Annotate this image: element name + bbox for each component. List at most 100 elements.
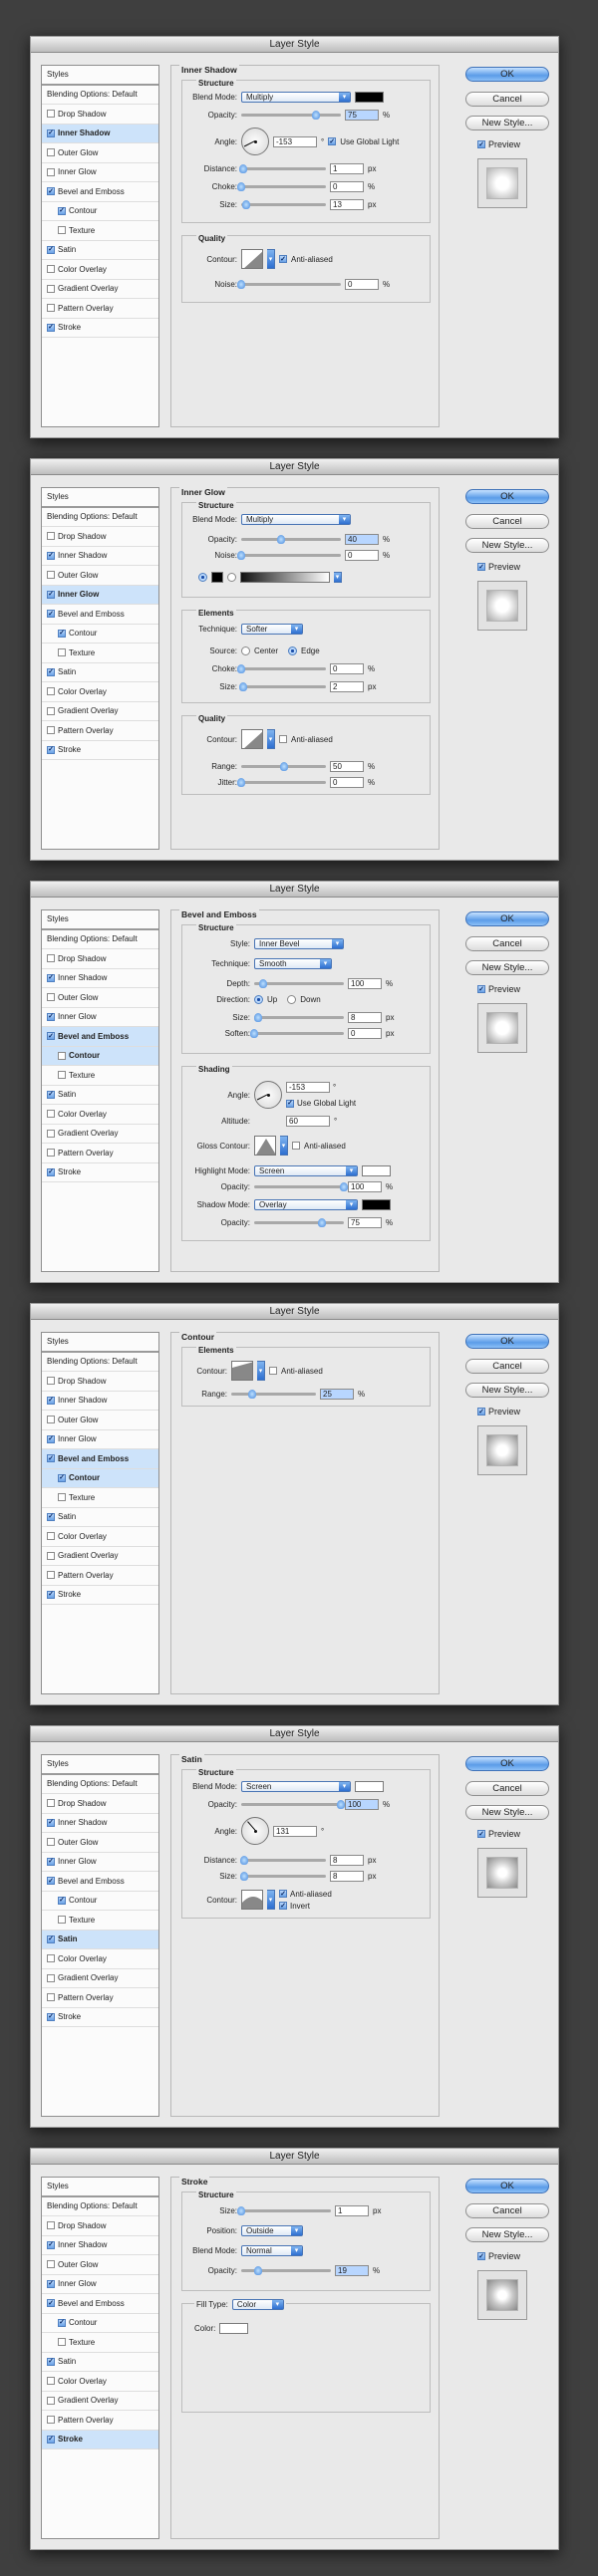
sidebar-item-gradient-overlay[interactable]: Gradient Overlay <box>42 702 158 721</box>
sidebar-item-blending-options-default[interactable]: Blending Options: Default <box>42 508 158 527</box>
sidebar-item-blending-options-default[interactable]: Blending Options: Default <box>42 86 158 105</box>
opacity-slider[interactable] <box>241 110 341 120</box>
sidebar-item-pattern-overlay[interactable]: Pattern Overlay <box>42 1566 158 1586</box>
contour-picker[interactable] <box>241 1890 263 1910</box>
bevel-and-emboss-checkbox[interactable]: ✓ <box>47 1877 55 1886</box>
highlight-opacity-input[interactable]: 100 <box>348 1180 382 1192</box>
bevel-and-emboss-checkbox[interactable]: ✓ <box>47 610 55 619</box>
sidebar-item-satin[interactable]: ✓ Satin <box>42 1508 158 1527</box>
outer-glow-checkbox[interactable] <box>47 1416 55 1424</box>
sidebar-item-pattern-overlay[interactable]: Pattern Overlay <box>42 1988 158 2008</box>
sidebar-item-drop-shadow[interactable]: Drop Shadow <box>42 949 158 969</box>
noise-slider[interactable] <box>237 279 341 289</box>
opacity-input[interactable]: 19 <box>335 2264 369 2276</box>
direction-down-radio[interactable] <box>287 994 297 1004</box>
sidebar-item-styles[interactable]: Styles <box>42 1333 158 1353</box>
gradient-overlay-checkbox[interactable] <box>47 2396 55 2405</box>
satin-checkbox[interactable]: ✓ <box>47 1090 55 1099</box>
inner-glow-checkbox[interactable]: ✓ <box>47 2279 55 2288</box>
inner-glow-checkbox[interactable]: ✓ <box>47 1012 55 1021</box>
ok-button[interactable]: OK <box>465 2179 549 2193</box>
sidebar-item-gradient-overlay[interactable]: Gradient Overlay <box>42 2392 158 2411</box>
sidebar-item-texture[interactable]: Texture <box>42 644 158 663</box>
sidebar-item-color-overlay[interactable]: Color Overlay <box>42 260 158 280</box>
gloss-contour-picker[interactable] <box>254 1136 276 1156</box>
sidebar-item-styles[interactable]: Styles <box>42 1755 158 1775</box>
ok-button[interactable]: OK <box>465 1756 549 1771</box>
sidebar-item-pattern-overlay[interactable]: Pattern Overlay <box>42 299 158 319</box>
jitter-slider[interactable] <box>237 777 326 787</box>
contour-checkbox[interactable]: ✓ <box>58 206 66 215</box>
contour-picker[interactable] <box>241 729 263 749</box>
sidebar-item-gradient-overlay[interactable]: Gradient Overlay <box>42 280 158 299</box>
anti-aliased-checkbox[interactable] <box>279 735 287 743</box>
opacity-slider[interactable] <box>241 1799 345 1809</box>
size-slider[interactable] <box>241 199 326 209</box>
shadow-opacity-input[interactable]: 75 <box>348 1216 382 1228</box>
depth-slider[interactable] <box>254 978 344 988</box>
size-slider[interactable] <box>238 681 326 691</box>
sidebar-item-color-overlay[interactable]: Color Overlay <box>42 1527 158 1547</box>
texture-checkbox[interactable] <box>58 1071 66 1080</box>
drop-shadow-checkbox[interactable] <box>47 532 55 541</box>
choke-input[interactable]: 0 <box>330 180 364 192</box>
range-slider[interactable] <box>241 761 326 771</box>
noise-input[interactable]: 0 <box>345 278 379 290</box>
ok-button[interactable]: OK <box>465 1334 549 1349</box>
angle-dial[interactable] <box>254 1081 282 1109</box>
bevel-and-emboss-checkbox[interactable]: ✓ <box>47 187 55 196</box>
sidebar-item-inner-glow[interactable]: Inner Glow <box>42 163 158 182</box>
texture-checkbox[interactable] <box>58 1916 66 1925</box>
noise-slider[interactable] <box>237 550 341 560</box>
stroke-checkbox[interactable]: ✓ <box>47 745 55 754</box>
satin-checkbox[interactable]: ✓ <box>47 667 55 676</box>
ok-button[interactable]: OK <box>465 911 549 926</box>
sidebar-item-satin[interactable]: ✓ Satin <box>42 1086 158 1105</box>
inner-shadow-checkbox[interactable]: ✓ <box>47 1818 55 1827</box>
inner-glow-checkbox[interactable] <box>47 167 55 176</box>
stroke-checkbox[interactable]: ✓ <box>47 2435 55 2444</box>
sidebar-item-contour[interactable]: ✓ Contour <box>42 625 158 644</box>
sidebar-item-drop-shadow[interactable]: Drop Shadow <box>42 105 158 125</box>
preview-checkbox[interactable]: ✓ <box>477 1408 485 1416</box>
new-style-button[interactable]: New Style... <box>465 1383 549 1398</box>
sidebar-item-contour[interactable]: ✓ Contour <box>42 202 158 221</box>
contour-checkbox[interactable]: ✓ <box>58 2318 66 2327</box>
sidebar-item-blending-options-default[interactable]: Blending Options: Default <box>42 1353 158 1372</box>
size-input[interactable]: 13 <box>330 198 364 210</box>
sidebar-item-drop-shadow[interactable]: Drop Shadow <box>42 1372 158 1392</box>
choke-slider[interactable] <box>237 181 326 191</box>
shadow-mode-select[interactable]: Overlay ▾ <box>254 1198 358 1210</box>
pattern-overlay-checkbox[interactable] <box>47 1571 55 1580</box>
inner-shadow-checkbox[interactable]: ✓ <box>47 1396 55 1405</box>
preview-checkbox[interactable]: ✓ <box>477 2252 485 2260</box>
sidebar-item-stroke[interactable]: ✓ Stroke <box>42 2430 158 2449</box>
soften-input[interactable]: 0 <box>348 1027 382 1039</box>
ok-button[interactable]: OK <box>465 67 549 82</box>
contour-checkbox[interactable]: ✓ <box>58 629 66 638</box>
contour-checkbox[interactable]: ✓ <box>58 1896 66 1905</box>
range-input[interactable]: 50 <box>330 760 364 772</box>
sidebar-item-stroke[interactable]: ✓ Stroke <box>42 741 158 760</box>
texture-checkbox[interactable] <box>58 226 66 235</box>
sidebar-item-bevel-and-emboss[interactable]: ✓ Bevel and Emboss <box>42 182 158 202</box>
contour-checkbox[interactable]: ✓ <box>58 1473 66 1482</box>
distance-slider[interactable] <box>238 163 326 173</box>
size-input[interactable]: 1 <box>335 2204 369 2216</box>
angle-input[interactable]: -153 <box>286 1082 330 1093</box>
use-global-light-checkbox[interactable]: ✓ <box>328 137 337 145</box>
new-style-button[interactable]: New Style... <box>465 1805 549 1820</box>
new-style-button[interactable]: New Style... <box>465 960 549 975</box>
distance-slider[interactable] <box>240 1855 326 1865</box>
preview-toggle[interactable]: ✓ Preview <box>477 1407 520 1417</box>
sidebar-item-bevel-and-emboss[interactable]: ✓ Bevel and Emboss <box>42 1449 158 1469</box>
sidebar-item-satin[interactable]: ✓ Satin <box>42 1930 158 1949</box>
sidebar-item-color-overlay[interactable]: Color Overlay <box>42 682 158 702</box>
new-style-button[interactable]: New Style... <box>465 2227 549 2242</box>
drop-shadow-checkbox[interactable] <box>47 2221 55 2230</box>
sidebar-item-styles[interactable]: Styles <box>42 66 158 86</box>
sidebar-item-color-overlay[interactable]: Color Overlay <box>42 1949 158 1969</box>
sidebar-item-texture[interactable]: Texture <box>42 221 158 241</box>
sidebar-item-outer-glow[interactable]: Outer Glow <box>42 1411 158 1430</box>
satin-checkbox[interactable]: ✓ <box>47 1934 55 1943</box>
